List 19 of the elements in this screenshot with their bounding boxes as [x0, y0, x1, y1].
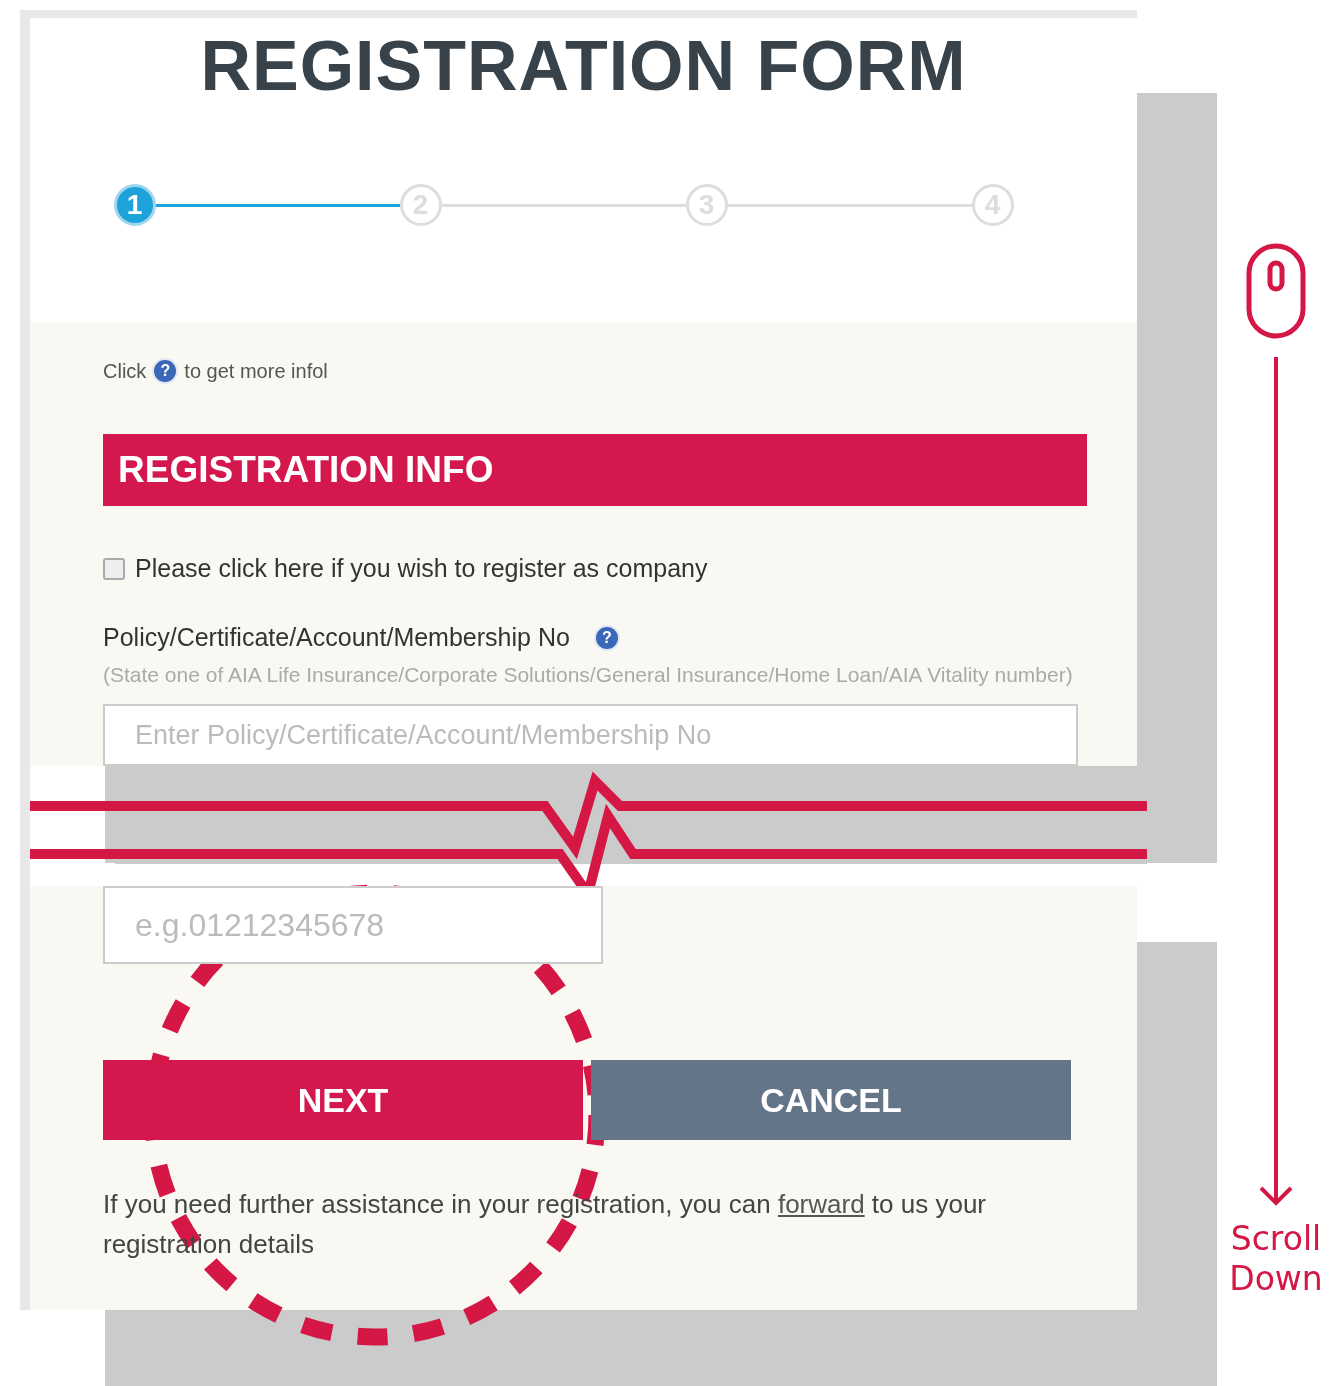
form-title: REGISTRATION FORM: [200, 26, 967, 106]
phone-number-field[interactable]: e.g.01212345678: [103, 886, 603, 964]
step-indicator: 1: [113, 184, 156, 226]
scroll-down-label: Scroll Down: [1228, 1219, 1324, 1299]
hint-text: to get more infol: [184, 359, 328, 383]
mouse-icon: [1246, 243, 1306, 339]
section-banner: REGISTRATION INFO: [103, 434, 1087, 506]
policy-number-field[interactable]: Enter Policy/Certificate/Account/Membership No: [103, 704, 1078, 766]
help-icon[interactable]: ?: [152, 358, 179, 384]
cancel-button[interactable]: CANCEL: [591, 1060, 1071, 1140]
next-button[interactable]: NEXT: [103, 1060, 583, 1140]
assistance-text: If you need further assistance in your registration, you can forward to us your registration details: [103, 1188, 988, 1261]
checkbox-label[interactable]: Please click here if you wish to register as company: [135, 554, 708, 583]
hint-text: Click: [103, 359, 147, 383]
forward-link[interactable]: forward: [777, 1189, 865, 1219]
company-checkbox[interactable]: [103, 557, 125, 580]
field-note: (State one of AIA Life Insurance/Corporate Solutions/General Insurance/Home Loan/AIA Vitality number): [103, 662, 1074, 688]
field-label: Policy/Certificate/Account/Membership No: [103, 623, 570, 652]
help-icon[interactable]: ?: [593, 624, 620, 651]
